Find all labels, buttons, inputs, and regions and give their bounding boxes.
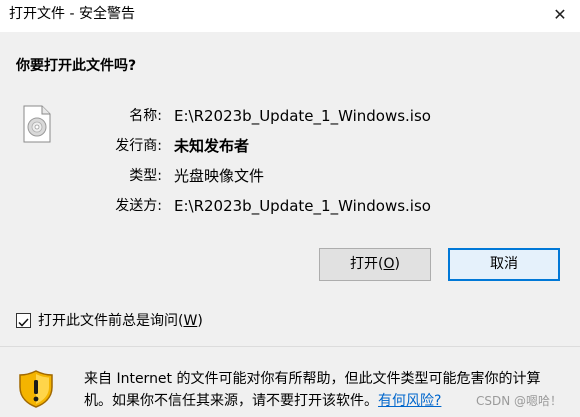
sender-value: E:\R2023b_Update_1_Windows.iso bbox=[174, 197, 431, 215]
type-label: 类型: bbox=[129, 168, 162, 184]
always-ask-label: 打开此文件前总是询问(W) bbox=[38, 312, 203, 330]
always-ask-mnemonic: W bbox=[183, 313, 198, 329]
publisher-label: 发行商: bbox=[115, 138, 162, 154]
open-button-mnemonic: O bbox=[383, 256, 395, 272]
warning-message: 来自 Internet 的文件可能对你有所帮助，但此文件类型可能危害你的计算机。… bbox=[84, 371, 541, 409]
shield-warning-icon bbox=[17, 369, 55, 413]
disc-image-file-icon bbox=[22, 105, 52, 147]
open-button-label: 打开( bbox=[350, 256, 384, 272]
open-button[interactable]: 打开(O) bbox=[319, 248, 431, 281]
name-label: 名称: bbox=[129, 108, 162, 124]
window-title: 打开文件 - 安全警告 bbox=[9, 6, 135, 22]
cancel-button[interactable]: 取消 bbox=[448, 248, 560, 281]
close-icon[interactable]: ✕ bbox=[548, 4, 572, 26]
always-ask-checkbox[interactable] bbox=[16, 313, 31, 328]
always-ask-suffix: ) bbox=[197, 313, 203, 329]
type-value: 光盘映像文件 bbox=[174, 167, 265, 185]
always-ask-text: 打开此文件前总是询问( bbox=[38, 313, 184, 329]
checkmark-icon bbox=[18, 318, 29, 327]
cancel-button-label: 取消 bbox=[490, 256, 518, 272]
sender-label: 发送方: bbox=[115, 198, 162, 214]
watermark: CSDN @嗯哈！ bbox=[476, 394, 563, 408]
publisher-value: 未知发布者 bbox=[174, 137, 250, 155]
open-button-suffix: ) bbox=[394, 256, 400, 272]
name-value: E:\R2023b_Update_1_Windows.iso bbox=[174, 107, 431, 125]
risk-link[interactable]: 有何风险? bbox=[378, 393, 441, 409]
dialog-question: 你要打开此文件吗? bbox=[16, 58, 137, 74]
title-bar: 打开文件 - 安全警告 ✕ bbox=[0, 0, 580, 32]
